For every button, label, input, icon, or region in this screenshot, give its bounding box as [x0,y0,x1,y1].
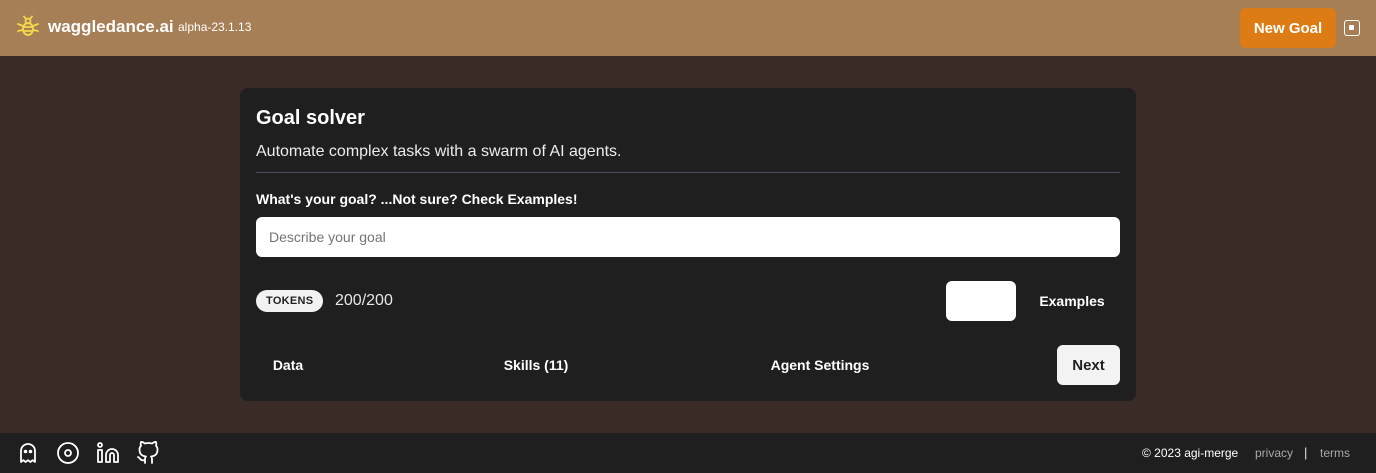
footer: © 2023 agi-merge privacy | terms [0,433,1376,473]
version-label: alpha-23.1.13 [178,20,252,34]
ghost-icon[interactable] [16,441,40,465]
tokens-badge: TOKENS [256,290,324,312]
linkedin-icon[interactable] [96,441,120,465]
goal-field-label: What's your goal? ...Not sure? Check Exa… [256,191,578,207]
github-icon[interactable] [136,441,160,465]
privacy-link[interactable]: privacy [1255,446,1293,460]
disc-icon[interactable] [56,441,80,465]
goal-input[interactable] [256,217,1120,257]
tokens-count: 200/200 [335,292,393,309]
terms-link[interactable]: terms [1320,446,1350,460]
goal-solver-card: Goal solver Automate complex tasks with … [240,88,1136,401]
layout-toggle-icon[interactable] [1344,20,1360,36]
top-bar: waggledance.ai alpha-23.1.13 New Goal [0,0,1376,56]
divider [256,172,1120,173]
brand-name[interactable]: waggledance.ai [48,17,174,37]
footer-separator: | [1304,445,1308,460]
example-select[interactable] [946,281,1016,321]
new-goal-button[interactable]: New Goal [1240,8,1336,48]
tab-data[interactable]: Data [256,345,320,385]
tab-agent-settings[interactable]: Agent Settings [754,345,886,385]
copyright-text: © 2023 agi-merge [1142,446,1239,460]
next-button[interactable]: Next [1057,345,1120,385]
page-title: Goal solver [256,107,365,129]
examples-button[interactable]: Examples [1030,281,1114,321]
page-subtitle: Automate complex tasks with a swarm of A… [256,143,622,160]
tab-skills[interactable]: Skills (11) [490,345,582,385]
bee-icon[interactable] [16,15,40,39]
